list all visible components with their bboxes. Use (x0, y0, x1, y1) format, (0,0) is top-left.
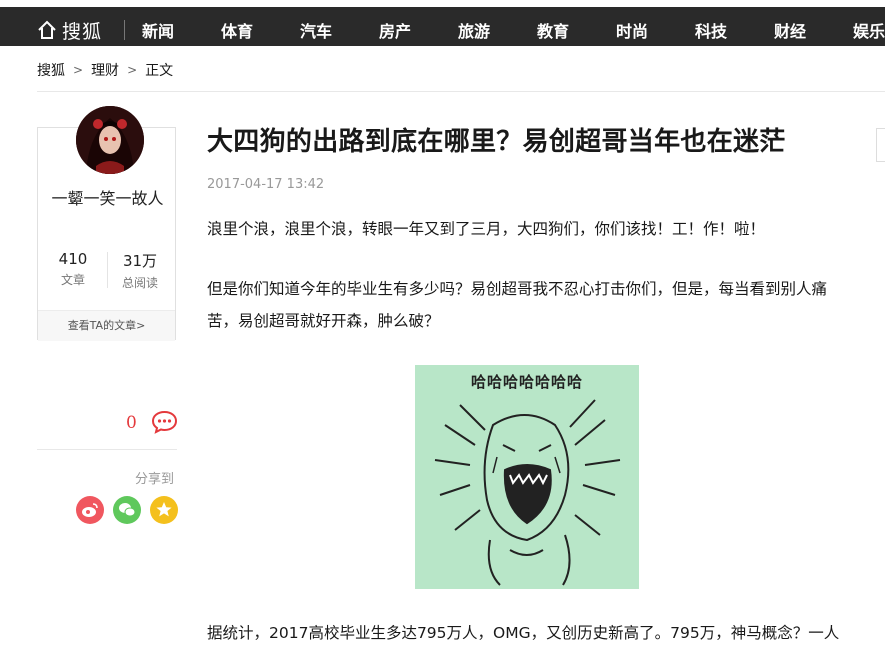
top-nav-bar: 搜狐 新闻 体育 汽车 房产 旅游 教育 时尚 科技 财经 娱乐 (0, 0, 885, 46)
author-avatar[interactable] (76, 106, 144, 174)
breadcrumb-chevron-icon: > (73, 63, 84, 77)
home-icon (38, 20, 56, 39)
weibo-icon (82, 503, 98, 517)
meme-drawing (434, 399, 621, 586)
reads-label: 总阅读 (121, 276, 158, 290)
nav-item-education[interactable]: 教育 (537, 18, 569, 42)
actions-divider (37, 449, 177, 450)
reads-count: 31万 (122, 252, 158, 270)
breadcrumb-chevron-icon: > (127, 63, 138, 77)
breadcrumb-current: 正文 (145, 63, 174, 79)
nav-item-fashion[interactable]: 时尚 (616, 18, 648, 42)
stat-articles: 410 文章 (43, 250, 103, 288)
view-articles-link[interactable]: 查看TA的文章> (38, 310, 175, 341)
favorite-share-button[interactable] (150, 496, 178, 524)
breadcrumb-finance[interactable]: 理财 (91, 60, 119, 80)
sohu-logo[interactable]: 搜狐 (37, 16, 102, 44)
stat-divider (107, 252, 108, 288)
star-icon (156, 502, 172, 517)
nav-item-finance[interactable]: 财经 (774, 18, 806, 42)
nav-item-news[interactable]: 新闻 (142, 18, 174, 42)
article-paragraph: 但是你们知道今年的毕业生有多少吗？易创超哥我不忍心打击你们，但是，每当看到别人痛… (207, 280, 828, 330)
nav-item-auto[interactable]: 汽车 (300, 18, 332, 42)
right-sidebar-edge (876, 128, 885, 162)
nav-separator (124, 20, 125, 40)
wechat-icon (119, 503, 136, 517)
nav-item-entertainment[interactable]: 娱乐 (853, 18, 885, 42)
article-date: 2017-04-17 13:42 (207, 177, 325, 192)
logo-text: 搜狐 (62, 20, 103, 43)
nav-item-sports[interactable]: 体育 (221, 18, 253, 42)
author-card: 一颦一笑一故人 410 文章 31万 总阅读 查看TA的文章> (37, 106, 177, 341)
breadcrumb-home[interactable]: 搜狐 (37, 60, 65, 80)
breadcrumb-divider (37, 91, 885, 92)
nav-item-tech[interactable]: 科技 (695, 18, 727, 42)
comment-icon[interactable] (151, 410, 178, 434)
article-title: 大四狗的出路到底在哪里？易创超哥当年也在迷茫 (207, 127, 786, 157)
article-paragraph: 浪里个浪，浪里个浪，转眼一年又到了三月，大四狗们，你们该找！工！作！啦！ (207, 220, 766, 238)
stat-reads: 31万 总阅读 (110, 250, 170, 291)
article-paragraph: 据统计，2017高校毕业生多达795万人，OMG，又创历史新高了。795万，神马… (207, 624, 840, 642)
wechat-share-button[interactable] (113, 496, 141, 524)
avatar-image (76, 106, 144, 174)
weibo-share-button[interactable] (76, 496, 104, 524)
nav-item-travel[interactable]: 旅游 (458, 18, 490, 42)
comment-count[interactable]: 0 (126, 413, 137, 433)
article-meme-image: 哈哈哈哈哈哈哈 (415, 365, 639, 589)
articles-label: 文章 (60, 273, 85, 287)
breadcrumb: 搜狐 > 理财 > 正文 (37, 60, 173, 80)
nav-item-realestate[interactable]: 房产 (379, 18, 411, 42)
articles-count: 410 (58, 250, 88, 268)
share-label: 分享到 (135, 472, 175, 487)
author-name[interactable]: 一颦一笑一故人 (38, 188, 177, 209)
